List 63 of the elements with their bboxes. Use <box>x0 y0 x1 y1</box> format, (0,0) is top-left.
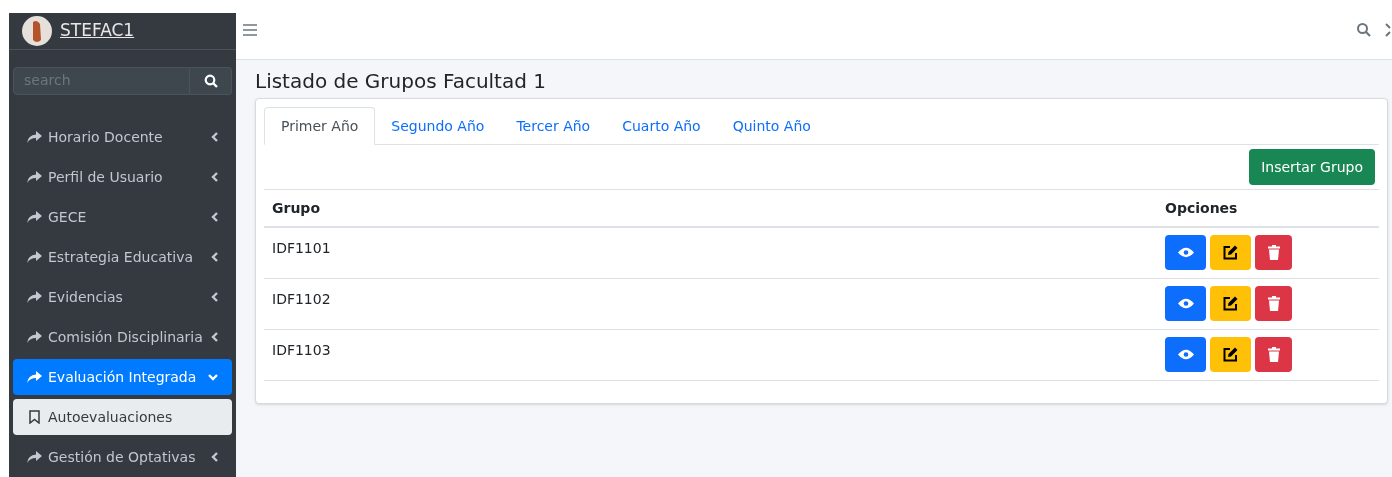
insert-group-button[interactable]: Insertar Grupo <box>1249 149 1375 185</box>
chevron-left-icon <box>211 132 218 142</box>
sidebar-item[interactable]: Perfil de Usuario <box>13 159 232 195</box>
bookmark-icon <box>29 410 40 424</box>
chevron-left-icon <box>211 252 218 262</box>
share-icon <box>27 131 42 143</box>
chevron-left-icon <box>211 332 218 342</box>
delete-button[interactable] <box>1255 285 1292 321</box>
chevron-left-icon <box>211 292 218 302</box>
menu-icon[interactable] <box>243 23 257 36</box>
chevron-left-icon <box>211 172 218 182</box>
trash-icon <box>1267 245 1280 260</box>
view-button[interactable] <box>1165 235 1206 270</box>
edit-button[interactable] <box>1210 336 1251 372</box>
table-cell: IDF1103 <box>264 329 1157 380</box>
sidebar-item[interactable]: GECE <box>13 199 232 235</box>
search-icon <box>203 73 218 88</box>
page-title: Listado de Grupos Facultad 1 <box>255 68 547 95</box>
share-icon <box>27 371 42 383</box>
share-icon <box>27 251 42 263</box>
tab[interactable]: Cuarto Año <box>606 107 717 145</box>
share-icon <box>27 331 42 343</box>
chevron-left-icon <box>211 212 218 222</box>
delete-button[interactable] <box>1255 336 1292 372</box>
eye-icon <box>1177 247 1194 258</box>
column-header: Opciones <box>1157 190 1379 227</box>
chevron-left-icon <box>211 452 218 462</box>
edit-icon <box>1223 346 1238 362</box>
share-icon <box>27 211 42 223</box>
sidebar-item[interactable]: Evaluación Integrada <box>13 359 232 395</box>
table-cell: IDF1101 <box>264 227 1157 278</box>
chevron-down-icon <box>208 373 218 381</box>
edit-icon <box>1223 245 1238 260</box>
expand-icon[interactable] <box>1385 22 1392 37</box>
brand-link[interactable]: STEFAC1 <box>60 18 135 44</box>
share-icon <box>27 451 42 463</box>
edit-icon <box>1223 295 1238 311</box>
column-header: Grupo <box>264 190 1157 227</box>
sidebar-subitem[interactable]: Autoevaluaciones <box>13 399 232 435</box>
tab[interactable]: Quinto Año <box>716 107 827 145</box>
sidebar-item[interactable]: Estrategia Educativa <box>13 239 232 275</box>
eye-icon <box>1177 297 1194 309</box>
search-button[interactable] <box>190 66 232 95</box>
tab[interactable]: Segundo Año <box>375 107 501 145</box>
trash-icon <box>1267 295 1280 311</box>
share-icon <box>27 171 42 183</box>
tab[interactable]: Tercer Año <box>500 107 607 145</box>
avatar-icon <box>22 15 52 46</box>
edit-button[interactable] <box>1210 235 1251 270</box>
share-icon <box>27 291 42 303</box>
sidebar-item[interactable]: Gestión de Optativas <box>13 439 232 475</box>
sidebar-item[interactable]: Comisión Disciplinaria <box>13 319 232 355</box>
eye-icon <box>1177 348 1194 360</box>
view-button[interactable] <box>1165 336 1206 372</box>
search-icon[interactable] <box>1356 22 1371 37</box>
view-button[interactable] <box>1165 285 1206 321</box>
sidebar-item[interactable]: Horario Docente <box>13 119 232 155</box>
delete-button[interactable] <box>1255 235 1292 270</box>
table-cell: IDF1102 <box>264 278 1157 329</box>
edit-button[interactable] <box>1210 285 1251 321</box>
tab[interactable]: Primer Año <box>264 107 376 145</box>
sidebar-item[interactable]: Evidencias <box>13 279 232 315</box>
trash-icon <box>1267 346 1280 362</box>
